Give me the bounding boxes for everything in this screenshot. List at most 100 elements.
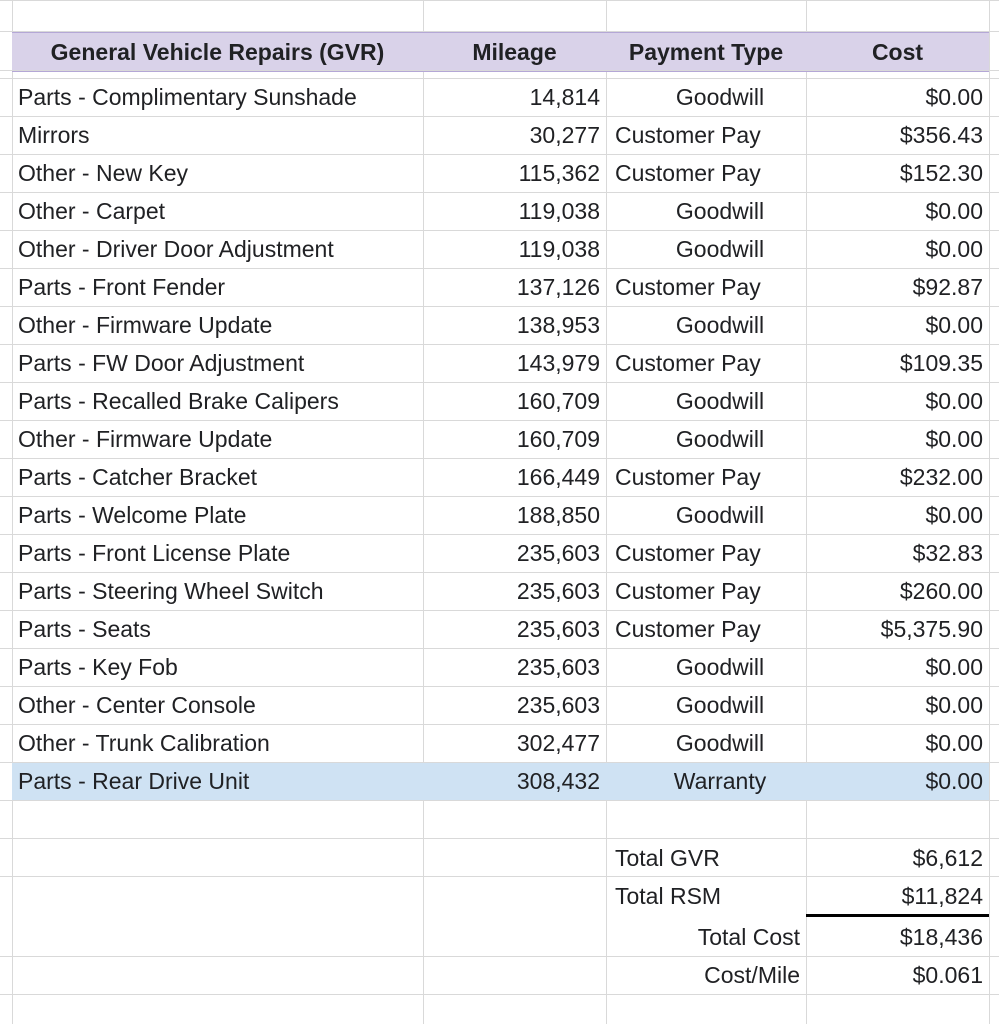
table-row[interactable]: Parts - Steering Wheel Switch 235,603 Cust…	[12, 572, 989, 610]
payment-type-cell[interactable]: Goodwill	[606, 420, 806, 458]
cost-cell[interactable]: $0.00	[806, 306, 989, 344]
cost-cell[interactable]: $0.00	[806, 762, 989, 800]
item-cell[interactable]: Parts - Seats	[12, 610, 423, 648]
table-row[interactable]: Other - Driver Door Adjustment 119,038 Goo…	[12, 230, 989, 268]
item-cell[interactable]: Other - Carpet	[12, 192, 423, 230]
cost-cell[interactable]: $0.00	[806, 648, 989, 686]
cost-cell[interactable]: $0.00	[806, 230, 989, 268]
payment-type-cell[interactable]: Goodwill	[606, 724, 806, 762]
cost-cell[interactable]: $5,375.90	[806, 610, 989, 648]
mileage-cell[interactable]: 308,432	[423, 762, 606, 800]
item-cell[interactable]: Parts - Welcome Plate	[12, 496, 423, 534]
cost-cell[interactable]: $109.35	[806, 344, 989, 382]
table-row[interactable]: Parts - Seats 235,603 Customer Pay $5,375.9…	[12, 610, 989, 648]
table-row[interactable]: Parts - Key Fob 235,603 Goodwill $0.00	[12, 648, 989, 686]
payment-type-cell[interactable]: Customer Pay	[606, 610, 806, 648]
cost-cell[interactable]: $232.00	[806, 458, 989, 496]
total-cost-value[interactable]: $18,436	[806, 918, 989, 956]
payment-type-cell[interactable]: Goodwill	[606, 496, 806, 534]
payment-type-cell[interactable]: Goodwill	[606, 686, 806, 724]
table-row[interactable]: Other - Center Console 235,603 Goodwill $0.…	[12, 686, 989, 724]
table-row[interactable]: Mirrors 30,277 Customer Pay $356.43	[12, 116, 989, 154]
item-cell[interactable]: Parts - FW Door Adjustment	[12, 344, 423, 382]
header-cell-item[interactable]: General Vehicle Repairs (GVR)	[12, 33, 423, 71]
cost-cell[interactable]: $0.00	[806, 724, 989, 762]
total-gvr-label[interactable]: Total GVR	[606, 839, 806, 877]
mileage-cell[interactable]: 302,477	[423, 724, 606, 762]
cost-cell[interactable]: $356.43	[806, 116, 989, 154]
payment-type-cell[interactable]: Goodwill	[606, 648, 806, 686]
payment-type-cell[interactable]: Customer Pay	[606, 116, 806, 154]
total-rsm-label[interactable]: Total RSM	[606, 877, 806, 915]
table-row[interactable]: Parts - Welcome Plate 188,850 Goodwill $0.0…	[12, 496, 989, 534]
mileage-cell[interactable]: 14,814	[423, 78, 606, 116]
mileage-cell[interactable]: 137,126	[423, 268, 606, 306]
payment-type-cell[interactable]: Customer Pay	[606, 534, 806, 572]
item-cell[interactable]: Parts - Complimentary Sunshade	[12, 78, 423, 116]
table-row[interactable]: Parts - Catcher Bracket 166,449 Customer P…	[12, 458, 989, 496]
mileage-cell[interactable]: 160,709	[423, 382, 606, 420]
table-row[interactable]: Other - Firmware Update 160,709 Goodwill $0…	[12, 420, 989, 458]
payment-type-cell[interactable]: Goodwill	[606, 78, 806, 116]
table-row[interactable]: Parts - Front License Plate 235,603 Custom…	[12, 534, 989, 572]
header-cell-mileage[interactable]: Mileage	[423, 33, 606, 71]
mileage-cell[interactable]: 30,277	[423, 116, 606, 154]
item-cell[interactable]: Other - New Key	[12, 154, 423, 192]
item-cell[interactable]: Other - Center Console	[12, 686, 423, 724]
table-row[interactable]: Parts - Complimentary Sunshade 14,814 Good…	[12, 78, 989, 116]
table-row[interactable]: Parts - Front Fender 137,126 Customer Pay $…	[12, 268, 989, 306]
item-cell[interactable]: Parts - Front Fender	[12, 268, 423, 306]
payment-type-cell[interactable]: Goodwill	[606, 306, 806, 344]
total-rsm-value[interactable]: $11,824	[806, 877, 989, 915]
payment-type-cell[interactable]: Customer Pay	[606, 572, 806, 610]
table-row[interactable]: Parts - Recalled Brake Calipers 160,709 Go…	[12, 382, 989, 420]
table-row[interactable]: Parts - FW Door Adjustment 143,979 Custome…	[12, 344, 989, 382]
item-cell[interactable]: Parts - Recalled Brake Calipers	[12, 382, 423, 420]
item-cell[interactable]: Other - Firmware Update	[12, 420, 423, 458]
cost-cell[interactable]: $0.00	[806, 686, 989, 724]
mileage-cell[interactable]: 143,979	[423, 344, 606, 382]
cost-cell[interactable]: $152.30	[806, 154, 989, 192]
item-cell[interactable]: Mirrors	[12, 116, 423, 154]
cost-cell[interactable]: $92.87	[806, 268, 989, 306]
item-cell[interactable]: Parts - Catcher Bracket	[12, 458, 423, 496]
mileage-cell[interactable]: 188,850	[423, 496, 606, 534]
table-row[interactable]: Other - Trunk Calibration 302,477 Goodwill…	[12, 724, 989, 762]
mileage-cell[interactable]: 138,953	[423, 306, 606, 344]
cost-cell[interactable]: $0.00	[806, 382, 989, 420]
cost-cell[interactable]: $32.83	[806, 534, 989, 572]
header-cell-cost[interactable]: Cost	[806, 33, 989, 71]
payment-type-cell[interactable]: Goodwill	[606, 382, 806, 420]
payment-type-cell[interactable]: Customer Pay	[606, 268, 806, 306]
mileage-cell[interactable]: 160,709	[423, 420, 606, 458]
cost-cell[interactable]: $0.00	[806, 420, 989, 458]
table-row[interactable]: Other - Firmware Update 138,953 Goodwill $0…	[12, 306, 989, 344]
mileage-cell[interactable]: 235,603	[423, 572, 606, 610]
mileage-cell[interactable]: 115,362	[423, 154, 606, 192]
item-cell[interactable]: Parts - Key Fob	[12, 648, 423, 686]
cost-cell[interactable]: $0.00	[806, 192, 989, 230]
mileage-cell[interactable]: 235,603	[423, 686, 606, 724]
table-row[interactable]: Other - New Key 115,362 Customer Pay $152.3…	[12, 154, 989, 192]
mileage-cell[interactable]: 235,603	[423, 534, 606, 572]
table-row[interactable]: Other - Carpet 119,038 Goodwill $0.00	[12, 192, 989, 230]
cost-cell[interactable]: $0.00	[806, 496, 989, 534]
table-row-selected[interactable]: Parts - Rear Drive Unit 308,432 Warranty $0…	[12, 762, 989, 800]
mileage-cell[interactable]: 119,038	[423, 192, 606, 230]
payment-type-cell[interactable]: Warranty	[606, 762, 806, 800]
cost-per-mile-value[interactable]: $0.061	[806, 956, 989, 994]
mileage-cell[interactable]: 235,603	[423, 648, 606, 686]
item-cell[interactable]: Parts - Rear Drive Unit	[12, 762, 423, 800]
cost-cell[interactable]: $0.00	[806, 78, 989, 116]
item-cell[interactable]: Other - Driver Door Adjustment	[12, 230, 423, 268]
payment-type-cell[interactable]: Goodwill	[606, 230, 806, 268]
total-gvr-value[interactable]: $6,612	[806, 839, 989, 877]
cost-per-mile-label[interactable]: Cost/Mile	[606, 956, 806, 994]
total-cost-label[interactable]: Total Cost	[606, 918, 806, 956]
payment-type-cell[interactable]: Customer Pay	[606, 344, 806, 382]
item-cell[interactable]: Parts - Steering Wheel Switch	[12, 572, 423, 610]
mileage-cell[interactable]: 166,449	[423, 458, 606, 496]
payment-type-cell[interactable]: Goodwill	[606, 192, 806, 230]
header-cell-payment-type[interactable]: Payment Type	[606, 33, 806, 71]
item-cell[interactable]: Other - Trunk Calibration	[12, 724, 423, 762]
